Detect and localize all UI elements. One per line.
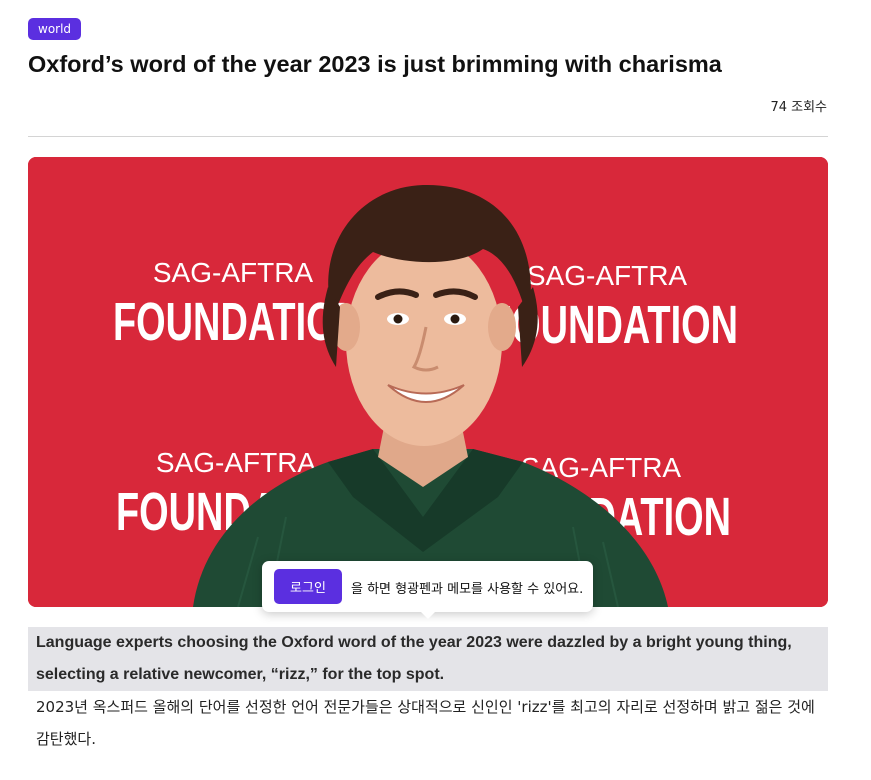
article-image: SAG-AFTRA FOUNDATION SAG-AFTRA FOUNDATIO… <box>28 157 828 607</box>
article-title: Oxford’s word of the year 2023 is just b… <box>28 51 722 77</box>
divider <box>28 136 828 137</box>
view-count: 74 조회수 <box>770 100 827 115</box>
login-prompt-popover: 로그인 을 하면 형광펜과 메모를 사용할 수 있어요. <box>262 561 593 619</box>
backdrop-text-small: SAG-AFTRA <box>153 257 314 288</box>
korean-paragraph[interactable]: 2023년 옥스퍼드 올해의 단어를 선정한 언어 전문가들은 상대적으로 신인… <box>36 691 820 755</box>
login-prompt-message: 을 하면 형광펜과 메모를 사용할 수 있어요. <box>351 582 584 597</box>
login-button[interactable]: 로그인 <box>274 569 342 604</box>
backdrop-text-small: SAG-AFTRA <box>156 447 317 478</box>
category-badge[interactable]: world <box>28 18 82 40</box>
highlighted-paragraph[interactable]: Language experts choosing the Oxford wor… <box>28 627 828 691</box>
english-paragraph[interactable]: Language experts choosing the Oxford wor… <box>36 627 820 691</box>
backdrop-text-small: SAG-AFTRA <box>527 260 688 291</box>
popover-arrow <box>420 611 436 619</box>
